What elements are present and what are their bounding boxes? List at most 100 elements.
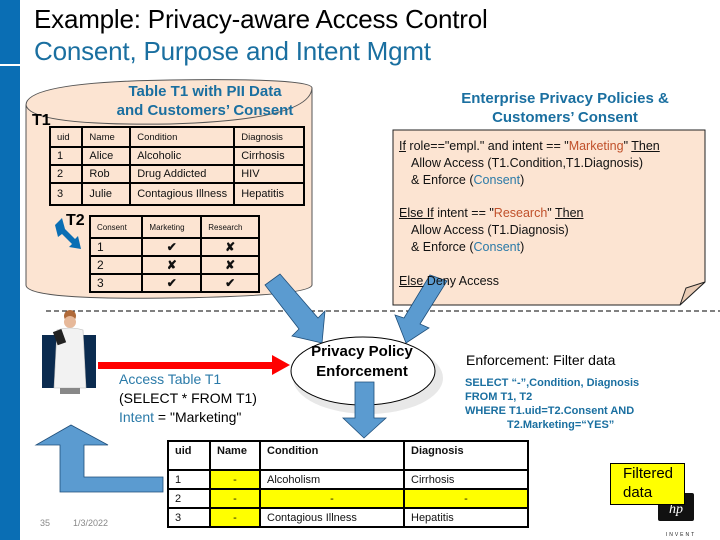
- table-row: 3 Julie Contagious Illness Hepatitis: [48, 182, 305, 206]
- rule-enforce: & Enforce (: [411, 173, 474, 187]
- masked-cell: -: [209, 488, 261, 509]
- rule-enforce-end: ): [520, 173, 525, 187]
- rule-enforce-consent: Consent: [473, 240, 521, 254]
- header-marketing: Marketing: [141, 215, 203, 239]
- cell: Alcoholic: [129, 146, 236, 166]
- x-icon: ✘: [200, 237, 260, 257]
- masked-cell: -: [209, 469, 261, 490]
- enforcement-label: Privacy Policy Enforcement: [298, 342, 426, 382]
- t2-label: T2: [66, 212, 85, 229]
- database-title-line2: and Customers’ Consent: [116, 102, 294, 119]
- cell: Cirrhosis: [233, 146, 305, 166]
- access-request: Access Table T1 (SELECT * FROM T1) Inten…: [119, 370, 257, 427]
- cell: Contagious Illness: [259, 507, 405, 528]
- cell: Alice: [81, 146, 132, 166]
- table-result: uid Name Condition Diagnosis 1 - Alcohol…: [167, 440, 529, 528]
- table-row: 3 ✔ ✔: [88, 273, 260, 293]
- cell: 1: [167, 469, 211, 490]
- slide-date: 1/3/2022: [73, 518, 109, 528]
- sql-line: WHERE T1.uid=T2.Consent AND: [465, 405, 635, 417]
- cell: 2: [48, 164, 84, 184]
- filtered-label-line1: Filtered: [623, 465, 674, 482]
- intent-keyword: Intent: [119, 409, 155, 425]
- return-arrow-icon: [34, 424, 164, 493]
- rule-enforce-end: ): [520, 240, 525, 254]
- cell: Alcoholism: [259, 469, 405, 490]
- sql-line: SELECT “-”,Condition, Diagnosis: [465, 377, 640, 389]
- enforcement-title: Enforcement: Filter data: [466, 352, 616, 368]
- cell: 2: [167, 488, 211, 509]
- cell: Cirrhosis: [403, 469, 529, 490]
- sql-line: T2.Marketing=“YES”: [507, 419, 615, 431]
- filtered-label-line2: data: [623, 484, 653, 501]
- svg-text:INVENT: INVENT: [666, 532, 696, 538]
- table-row: 3 - Contagious Illness Hepatitis: [167, 507, 529, 528]
- header-diagnosis: Diagnosis: [233, 126, 305, 148]
- header-condition: Condition: [259, 440, 405, 471]
- x-icon: ✘: [200, 255, 260, 275]
- doctor-icon: [42, 310, 96, 394]
- header-name: Name: [81, 126, 132, 148]
- cell: 3: [88, 273, 144, 293]
- keyword-else-if: Else If: [399, 206, 434, 220]
- cell: 3: [48, 182, 84, 206]
- check-icon: ✔: [141, 273, 203, 293]
- database-title: Table T1 with PII Data and Customers’ Co…: [100, 82, 310, 120]
- cell: 2: [88, 255, 144, 275]
- rule-condition: intent == ": [433, 206, 494, 220]
- x-icon: ✘: [141, 255, 203, 275]
- header-condition: Condition: [129, 126, 236, 148]
- rule-action: Allow Access (T1.Condition,T1.Diagnosis): [411, 156, 644, 170]
- keyword-else: Else: [399, 274, 424, 288]
- rule-intent: Research: [493, 206, 548, 220]
- table-header-row: uid Name Condition Diagnosis: [48, 126, 305, 148]
- header-uid: uid: [167, 440, 211, 471]
- rule-condition-end: ": [547, 206, 555, 220]
- cell: Rob: [81, 164, 132, 184]
- header-diagnosis: Diagnosis: [403, 440, 529, 471]
- table-t1: uid Name Condition Diagnosis 1 Alice Alc…: [48, 126, 305, 206]
- table-header-row: uid Name Condition Diagnosis: [167, 440, 529, 471]
- keyword-if: If: [399, 139, 406, 153]
- masked-cell: -: [259, 488, 405, 509]
- table-row: 2 Rob Drug Addicted HIV: [48, 164, 305, 184]
- access-request-line1: Access Table T1: [119, 371, 222, 387]
- table-row: 2 - - -: [167, 488, 529, 509]
- t1-label: T1: [32, 112, 51, 129]
- rule-enforce-consent: Consent: [473, 173, 521, 187]
- table-row: 1 - Alcoholism Cirrhosis: [167, 469, 529, 490]
- header-consent: Consent: [88, 215, 144, 239]
- intent-value: = "Marketing": [154, 409, 242, 425]
- enforcement-label-line1: Privacy Policy: [311, 343, 413, 360]
- cell: Contagious Illness: [129, 182, 236, 206]
- rule-intent: Marketing: [568, 139, 624, 153]
- cell: Hepatitis: [403, 507, 529, 528]
- policy-rule-research: Else If intent == "Research" Then Allow …: [399, 205, 583, 256]
- database-title-line1: Table T1 with PII Data: [128, 83, 282, 100]
- table-t2: Consent Marketing Research 1 ✔ ✘ 2 ✘ ✘ 3…: [88, 215, 260, 293]
- cell: Hepatitis: [233, 182, 305, 206]
- filtered-data-callout: Filtered data: [610, 463, 685, 505]
- access-request-query: (SELECT * FROM T1): [119, 390, 257, 406]
- masked-cell: -: [209, 507, 261, 528]
- rule-action: Deny Access: [423, 274, 500, 288]
- page-number: 35: [40, 518, 51, 528]
- policy-rule-deny: Else Deny Access: [399, 273, 499, 290]
- table-row: 1 Alice Alcoholic Cirrhosis: [48, 146, 305, 166]
- table-row: 2 ✘ ✘: [88, 255, 260, 275]
- cell: 1: [48, 146, 84, 166]
- cell: Julie: [81, 182, 132, 206]
- header-name: Name: [209, 440, 261, 471]
- masked-cell: -: [403, 488, 529, 509]
- enforcement-label-line2: Enforcement: [316, 363, 408, 380]
- policy-title-line2: Customers’ Consent: [492, 109, 638, 126]
- rule-condition: role=="empl." and intent == ": [405, 139, 569, 153]
- rule-action: Allow Access (T1.Diagnosis): [411, 223, 569, 237]
- header-research: Research: [200, 215, 260, 239]
- sql-line: FROM T1, T2: [465, 391, 533, 403]
- policy-title-line1: Enterprise Privacy Policies &: [461, 90, 669, 107]
- policy-rule-marketing: If role=="empl." and intent == "Marketin…: [399, 138, 660, 189]
- cell: HIV: [233, 164, 305, 184]
- table-header-row: Consent Marketing Research: [88, 215, 260, 239]
- policy-title: Enterprise Privacy Policies & Customers’…: [440, 89, 690, 127]
